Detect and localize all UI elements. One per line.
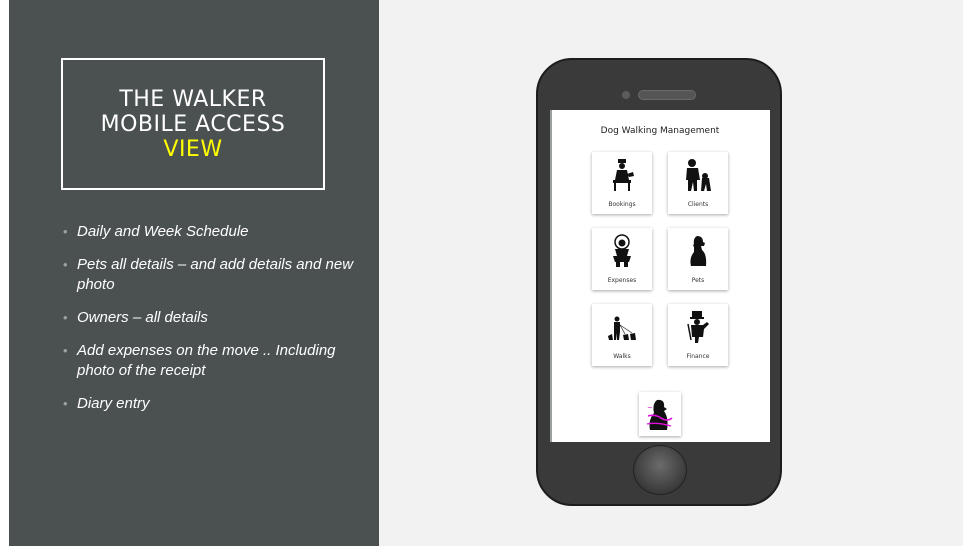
bullet-item: • Diary entry — [63, 395, 150, 412]
app-title: Dog Walking Management — [600, 126, 720, 136]
camera-icon — [622, 91, 630, 99]
svg-text:~: ~ — [647, 404, 653, 412]
title-line-2: MOBILE ACCESS — [100, 111, 286, 137]
bullet-item: • Daily and Week Schedule — [63, 223, 249, 240]
dog-logo-icon: ~ — [646, 399, 673, 430]
speaker-icon — [638, 90, 696, 100]
phone-mockup: Dog Walking Management Bookings Clients … — [536, 58, 782, 506]
tile-clients[interactable]: Clients — [668, 152, 728, 214]
clown-icon — [613, 234, 631, 267]
bullet-dot: • — [63, 343, 68, 358]
bullet-dot: • — [63, 257, 68, 272]
title-box: THE WALKER MOBILE ACCESS VIEW — [61, 58, 325, 190]
tile-label: Finance — [686, 353, 710, 360]
bullet-item: • Add expenses on the move .. Including p… — [63, 342, 336, 379]
tile-label: Walks — [613, 353, 631, 360]
app-logo-tile[interactable]: ~ — [639, 392, 681, 436]
person-with-dog-icon — [613, 159, 634, 191]
bullet-list: • Daily and Week Schedule • Pets all detai… — [63, 222, 363, 427]
bullet-dot: • — [63, 224, 68, 239]
monopoly-man-icon — [687, 311, 709, 343]
tile-bookings[interactable]: Bookings — [592, 152, 652, 214]
tile-label: Bookings — [608, 201, 636, 208]
dog-icon — [690, 236, 707, 266]
tile-finance[interactable]: Finance — [668, 304, 728, 366]
dog-owner-icon — [686, 159, 711, 191]
bullet-dot: • — [63, 396, 68, 411]
tile-label: Pets — [691, 277, 705, 284]
home-button[interactable] — [633, 445, 687, 495]
slide: THE WALKER MOBILE ACCESS VIEW • Daily and… — [9, 0, 963, 546]
bullet-item: • Owners – all details — [63, 309, 208, 326]
tile-pets[interactable]: Pets — [668, 228, 728, 290]
tile-expenses[interactable]: Expenses — [592, 228, 652, 290]
screen-edge — [550, 110, 552, 442]
tile-label: Clients — [687, 201, 709, 208]
tile-label: Expenses — [607, 277, 637, 284]
title-line-3: VIEW — [163, 136, 223, 162]
title-line-1: THE WALKER — [119, 86, 267, 112]
bullet-item: • Pets all details – and add details and … — [63, 256, 354, 293]
tile-walks[interactable]: Walks — [592, 304, 652, 366]
phone-screen: Dog Walking Management Bookings Clients … — [550, 110, 770, 442]
dog-walker-icon — [608, 316, 636, 340]
left-panel: THE WALKER MOBILE ACCESS VIEW • Daily and… — [9, 0, 379, 546]
bullet-dot: • — [63, 310, 68, 325]
